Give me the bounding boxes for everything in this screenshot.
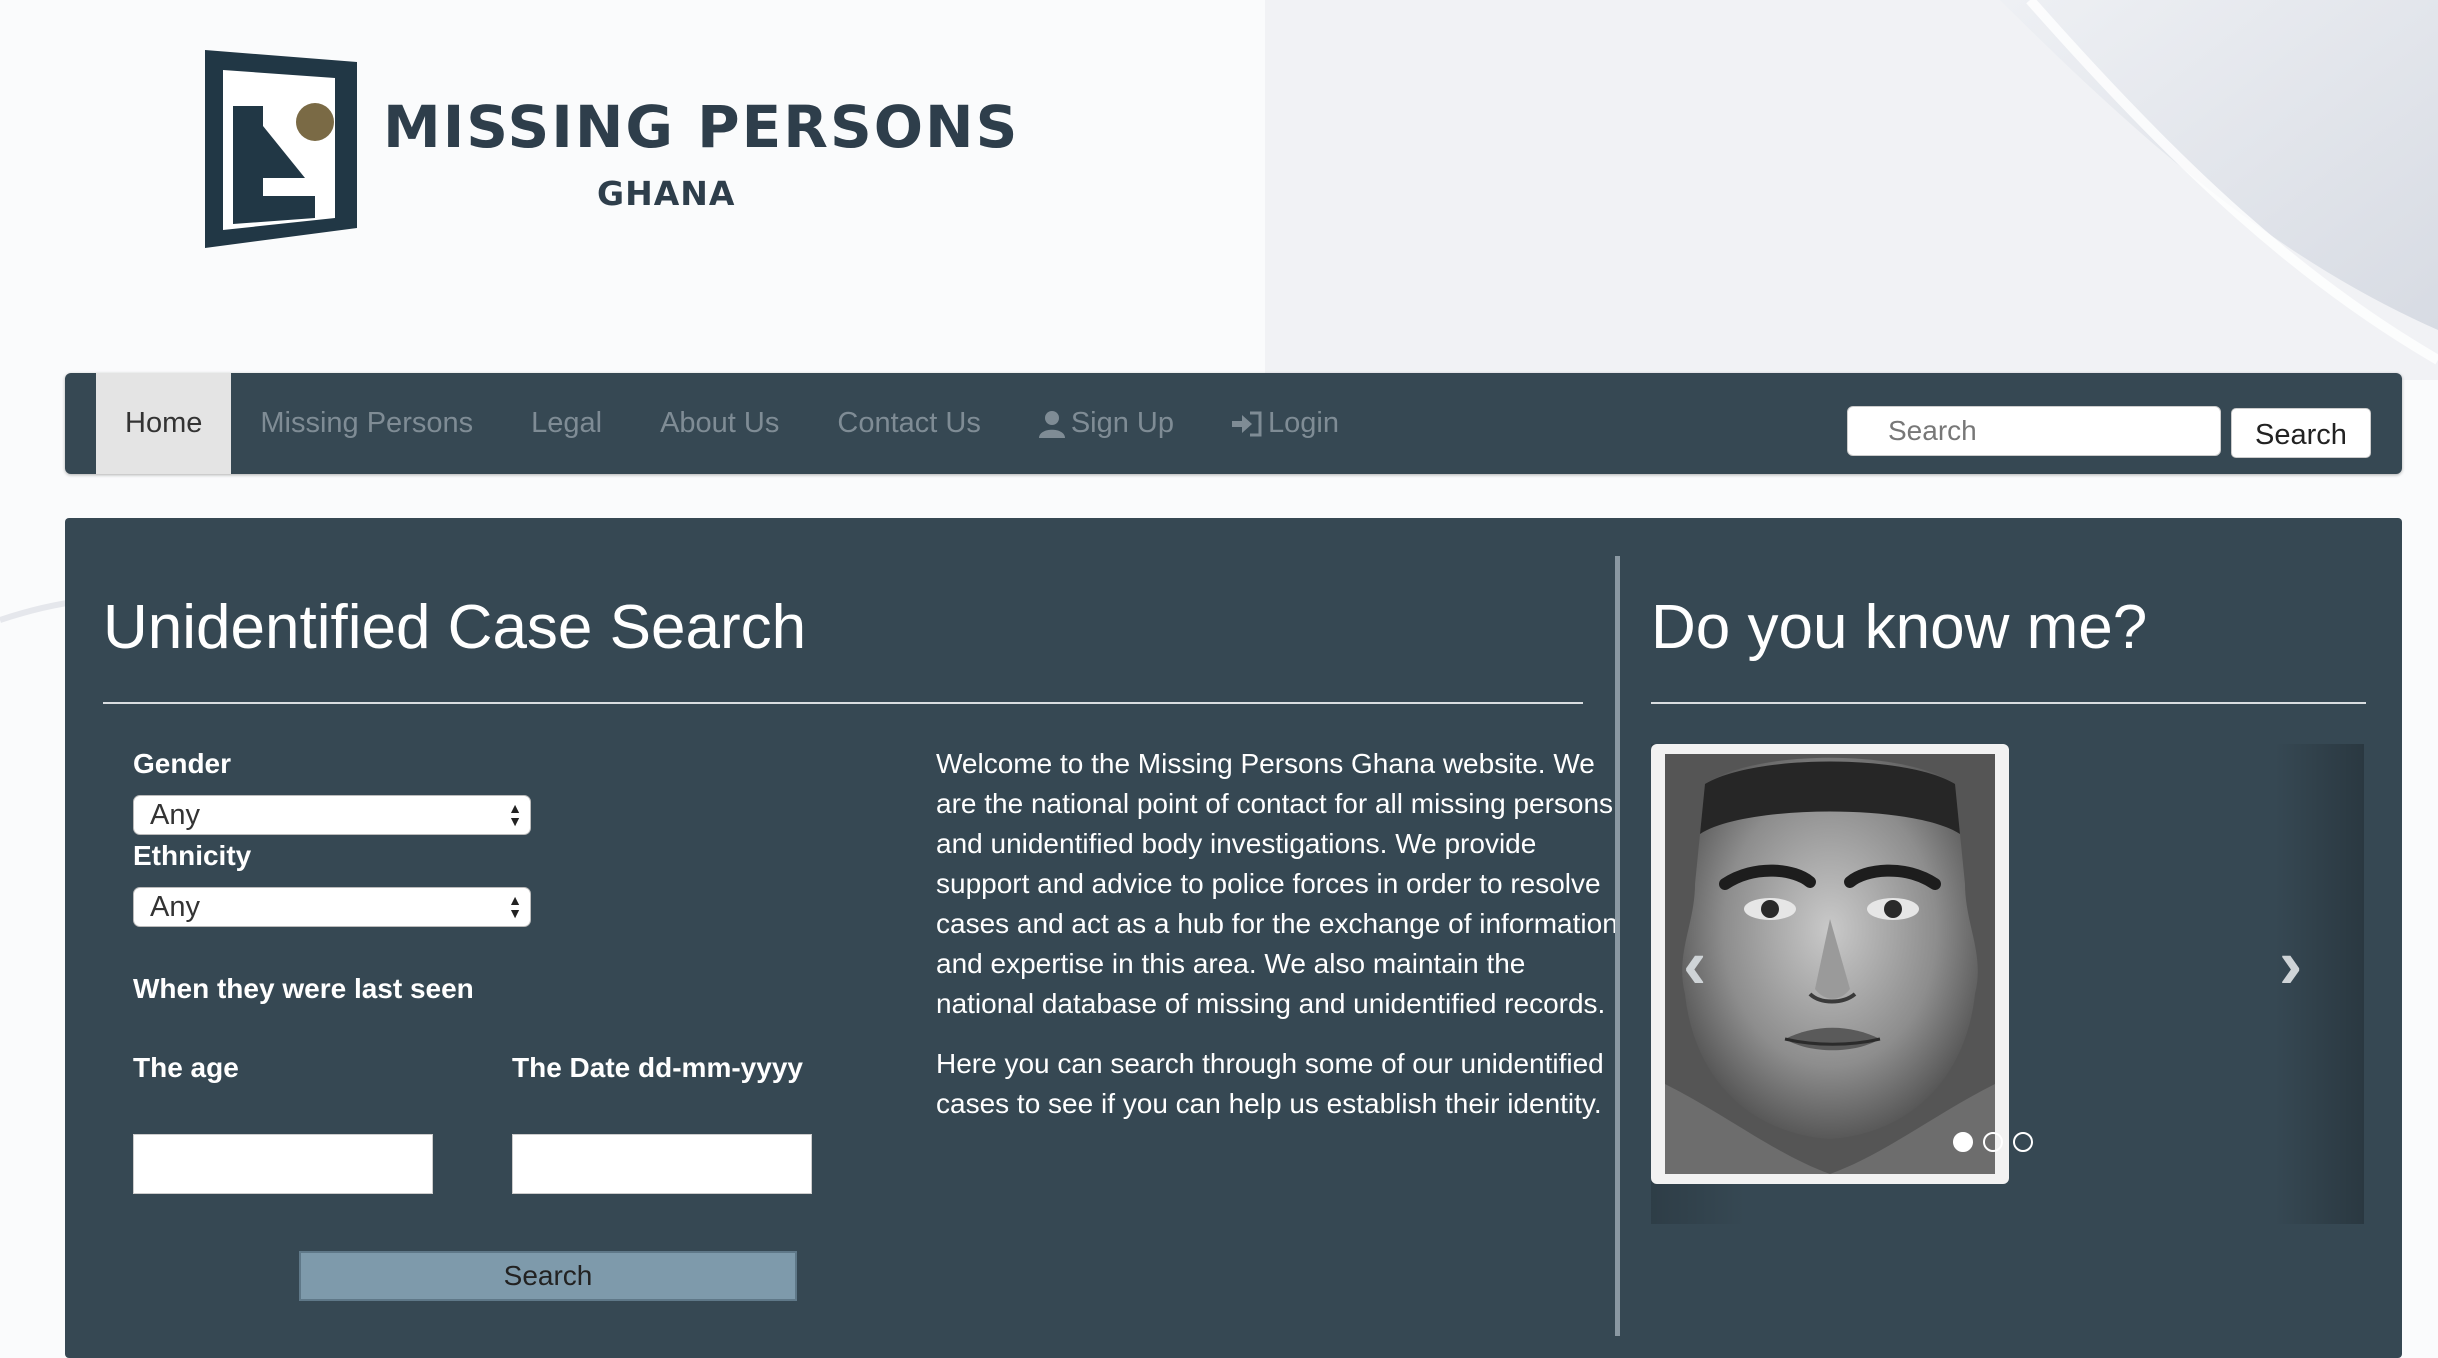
select-arrows-icon: ▲ ▼ (508, 800, 522, 829)
case-search-button[interactable]: Search (299, 1251, 797, 1301)
last-seen-label: When they were last seen (133, 973, 474, 1004)
user-icon (1038, 410, 1065, 438)
nav-sign-up-label: Sign Up (1070, 407, 1174, 439)
intro-paragraph-2: Here you can search through some of our … (936, 1048, 1604, 1119)
case-search-title: Unidentified Case Search (103, 593, 807, 662)
site-logo[interactable]: MISSING PERSONS GHANA (205, 48, 1017, 253)
unidentified-carousel: ‹ › (1651, 744, 2364, 1224)
nav-home[interactable]: Home (96, 373, 232, 474)
age-input[interactable] (133, 1134, 433, 1194)
gender-select-value: Any (150, 799, 200, 831)
nav-contact-us-label: Contact Us (837, 407, 981, 439)
nav-missing-persons[interactable]: Missing Persons (231, 373, 502, 474)
date-label: The Date dd-mm-yyyy (512, 1052, 803, 1083)
age-label: The age (133, 1052, 239, 1083)
do-you-know-me-title: Do you know me? (1651, 593, 2148, 662)
column-divider (1615, 556, 1620, 1336)
logo-title: MISSING PERSONS (383, 93, 1020, 161)
main-navbar: Home Missing Persons Legal About Us Cont… (65, 373, 2402, 474)
nav-legal[interactable]: Legal (502, 373, 631, 474)
logo-subtitle: GHANA (597, 174, 736, 213)
nav-legal-label: Legal (531, 407, 603, 439)
login-icon (1232, 411, 1262, 436)
nav-home-label: Home (125, 407, 203, 439)
carousel-indicators (1953, 1132, 2033, 1152)
ethnicity-label: Ethnicity (133, 840, 252, 871)
gender-label: Gender (133, 748, 232, 779)
select-arrows-icon: ▲ ▼ (508, 892, 522, 921)
nav-contact-us[interactable]: Contact Us (808, 373, 1009, 474)
nav-list: Home Missing Persons Legal About Us Cont… (96, 373, 1368, 474)
chevron-right-icon[interactable]: › (2279, 929, 2302, 999)
nav-missing-persons-label: Missing Persons (260, 407, 474, 439)
intro-paragraph-1: Welcome to the Missing Persons Ghana web… (936, 748, 1618, 1019)
ethnicity-select-value: Any (150, 891, 200, 923)
divider (1651, 702, 2366, 704)
nav-search-input[interactable] (1847, 406, 2221, 456)
logo-mark-icon (205, 50, 357, 248)
carousel-dot-3[interactable] (2013, 1132, 2033, 1152)
ethnicity-select[interactable]: Any ▲ ▼ (133, 887, 531, 927)
nav-login[interactable]: Login (1203, 373, 1368, 474)
nav-about-us-label: About Us (660, 407, 780, 439)
carousel-dot-2[interactable] (1983, 1132, 2003, 1152)
face-sketch-image (1665, 754, 1995, 1174)
carousel-dot-1[interactable] (1953, 1132, 1973, 1152)
nav-login-label: Login (1268, 407, 1339, 439)
divider (103, 702, 1583, 704)
nav-search-button[interactable]: Search (2231, 408, 2371, 458)
nav-about-us[interactable]: About Us (631, 373, 808, 474)
gender-select[interactable]: Any ▲ ▼ (133, 795, 531, 835)
nav-sign-up[interactable]: Sign Up (1010, 373, 1203, 474)
intro-text: Welcome to the Missing Persons Ghana web… (936, 744, 1626, 1144)
main-panel: Unidentified Case Search Gender Any ▲ ▼ E… (65, 518, 2402, 1358)
date-input[interactable] (512, 1134, 812, 1194)
chevron-left-icon[interactable]: ‹ (1683, 929, 1706, 999)
